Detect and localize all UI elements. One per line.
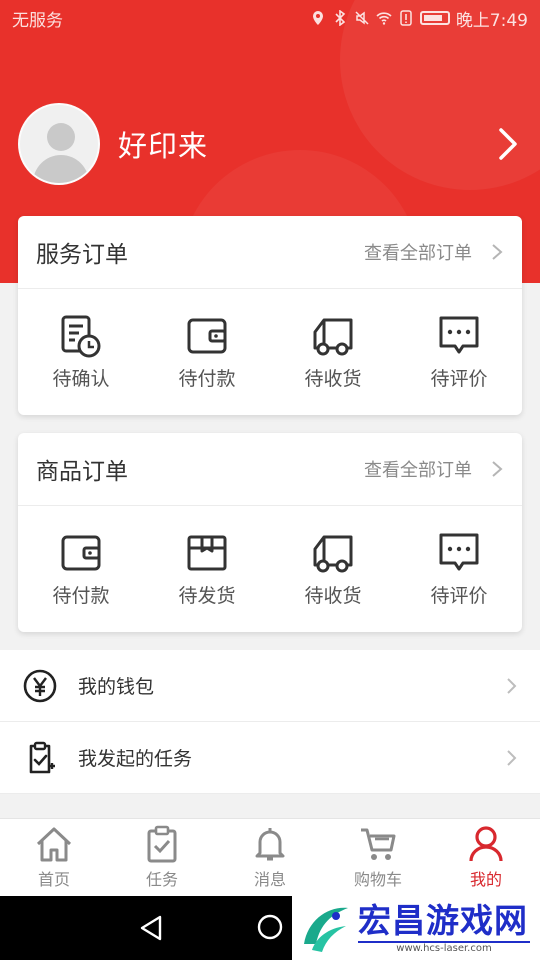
tab-home[interactable]: 首页 (0, 819, 108, 896)
tab-label: 首页 (37, 870, 70, 889)
menu-label: 我的钱包 (78, 676, 155, 698)
watermark-title: 宏昌游戏网 (358, 900, 528, 940)
wallet-icon (187, 318, 227, 353)
goods-orders-title: 商品订单 (36, 459, 128, 485)
bell-icon (255, 828, 285, 861)
alert-icon (400, 10, 412, 26)
back-icon[interactable] (138, 914, 164, 942)
time-text: 晚上7:49 (455, 10, 528, 31)
pending-confirm-icon (61, 315, 101, 357)
order-label: 待评价 (430, 367, 488, 390)
goods-orders-header[interactable]: 商品订单 查看全部订单 (18, 433, 522, 506)
mute-icon (355, 11, 369, 25)
username: 好印来 (118, 129, 209, 163)
chevron-right-icon[interactable] (490, 242, 504, 262)
tab-me[interactable]: 我的 (432, 819, 540, 896)
status-bar: 无服务 晚上7:49 (0, 0, 540, 36)
truck-icon (313, 535, 353, 572)
cart-icon (361, 828, 396, 860)
order-pending-ship[interactable]: 待发货 (144, 506, 270, 632)
chevron-right-icon (507, 677, 517, 694)
tab-label: 购物车 (353, 870, 402, 889)
order-pending-payment[interactable]: 待付款 (18, 506, 144, 632)
user-icon (469, 826, 503, 862)
chevron-right-icon[interactable] (490, 459, 504, 479)
tab-messages[interactable]: 消息 (216, 819, 324, 896)
task-icon (147, 825, 177, 863)
comment-icon (439, 533, 479, 570)
order-pending-review[interactable]: 待评价 (396, 289, 522, 415)
order-pending-confirm[interactable]: 待确认 (18, 289, 144, 415)
bluetooth-icon (335, 10, 346, 26)
carrier-text: 无服务 (12, 10, 63, 31)
menu-list: 我的钱包 我发起的任务 (0, 650, 540, 794)
tab-label: 我的 (469, 870, 502, 889)
order-label: 待收货 (304, 584, 362, 607)
truck-icon (313, 318, 353, 355)
order-label: 待收货 (304, 367, 362, 390)
comment-icon (439, 316, 479, 353)
order-label: 待付款 (178, 367, 236, 390)
menu-label: 我发起的任务 (78, 748, 193, 770)
order-pending-payment[interactable]: 待付款 (144, 289, 270, 415)
avatar[interactable] (18, 103, 100, 185)
watermark-url: www.hcs-laser.com (358, 940, 530, 954)
tab-tasks[interactable]: 任务 (108, 819, 216, 896)
chevron-right-icon (507, 749, 517, 766)
bottom-tab-bar: 首页 任务 消息 购物车 我的 (0, 818, 540, 896)
order-label: 待评价 (430, 584, 488, 607)
location-icon (312, 11, 323, 25)
tab-cart[interactable]: 购物车 (324, 819, 432, 896)
home-icon (36, 827, 72, 862)
order-label: 待发货 (178, 584, 236, 607)
battery-icon (419, 11, 450, 25)
order-pending-review[interactable]: 待评价 (396, 506, 522, 632)
menu-item-my-tasks[interactable]: 我发起的任务 (0, 722, 540, 794)
wifi-icon (376, 12, 392, 25)
service-orders-card: 服务订单 查看全部订单 待确认 待付款 待收货 待评价 (18, 216, 522, 415)
menu-item-wallet[interactable]: 我的钱包 (0, 650, 540, 722)
order-pending-receive[interactable]: 待收货 (270, 506, 396, 632)
profile-row[interactable]: 好印来 (18, 103, 523, 185)
order-label: 待付款 (52, 584, 110, 607)
package-icon (187, 535, 227, 570)
service-orders-title: 服务订单 (36, 242, 128, 268)
view-all-goods-orders-link[interactable]: 查看全部订单 (364, 456, 472, 482)
service-orders-header[interactable]: 服务订单 查看全部订单 (18, 216, 522, 289)
tab-label: 任务 (145, 870, 178, 889)
order-label: 待确认 (52, 367, 110, 390)
home-circle-icon[interactable] (256, 913, 284, 941)
tab-label: 消息 (253, 870, 286, 889)
watermark-logo-icon (304, 907, 348, 952)
chevron-right-icon[interactable] (495, 124, 523, 164)
goods-orders-card: 商品订单 查看全部订单 待付款 待发货 待收货 待评价 (18, 433, 522, 632)
yuan-icon (23, 669, 57, 702)
order-pending-receive[interactable]: 待收货 (270, 289, 396, 415)
view-all-service-orders-link[interactable]: 查看全部订单 (364, 239, 472, 265)
watermark: 宏昌游戏网 www.hcs-laser.com (292, 896, 540, 960)
clipboard-check-icon (29, 741, 55, 773)
wallet-icon (61, 535, 101, 570)
